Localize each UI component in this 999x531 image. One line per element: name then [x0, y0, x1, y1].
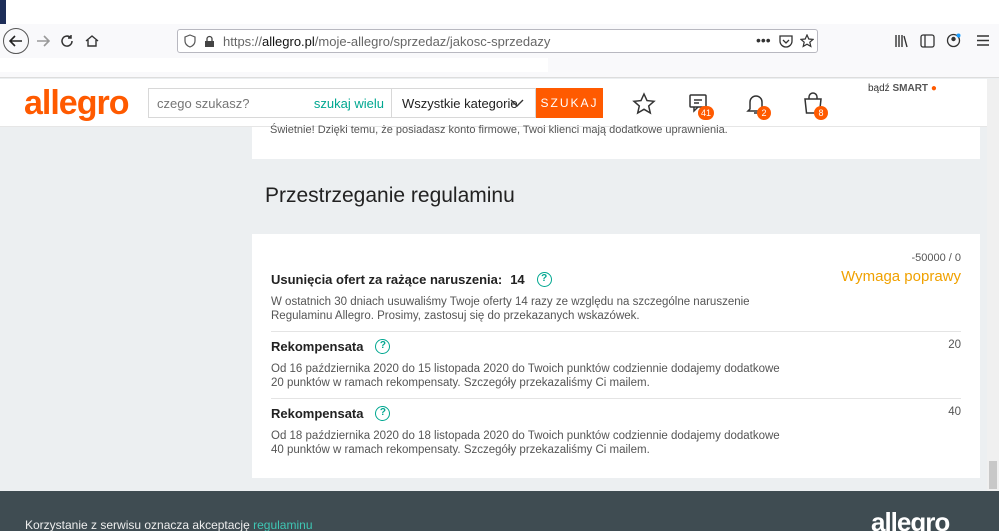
messages-badge: 41 — [698, 106, 715, 120]
item-title: Usunięcia ofert za rażące naruszenia: 14… — [271, 272, 961, 287]
lock-icon — [205, 35, 214, 47]
item-value: 20 — [948, 339, 961, 351]
search-input[interactable] — [149, 89, 319, 117]
more-icon[interactable]: ••• — [756, 32, 771, 48]
regulations-link[interactable]: regulaminu — [253, 518, 312, 531]
bookmarks-area — [0, 58, 548, 72]
url-bar[interactable]: https://allegro.pl/moje-allegro/sprzedaz… — [177, 29, 818, 53]
footer-logo[interactable]: allegro — [871, 507, 950, 531]
item-description: Od 16 października 2020 do 15 listopada … — [271, 363, 780, 389]
reload-icon — [61, 35, 73, 47]
library-icon[interactable] — [894, 34, 909, 48]
back-button[interactable] — [3, 28, 29, 54]
arrow-left-icon — [9, 35, 22, 47]
smart-link[interactable]: bądź SMART ● — [868, 83, 937, 94]
url-prefix: https:// — [223, 34, 263, 49]
category-value: Wszystkie kategorie — [402, 96, 518, 111]
item-title-text: Rekompensata — [271, 406, 364, 421]
account-icon[interactable] — [946, 33, 961, 48]
item-title-text: Rekompensata — [271, 339, 364, 354]
footer-text: Korzystanie z serwisu oznacza akceptację… — [25, 518, 313, 531]
bookmarks-bar — [0, 58, 999, 78]
item-description: W ostatnich 30 dniach usuwaliśmy Twoje o… — [271, 296, 750, 322]
help-icon[interactable]: ? — [375, 406, 391, 421]
smart-label: SMART — [892, 83, 929, 94]
star-bookmark-icon[interactable] — [800, 34, 814, 48]
page-scrollbar[interactable] — [987, 79, 999, 491]
cart-badge: 8 — [814, 106, 828, 120]
pocket-icon[interactable] — [779, 35, 793, 48]
list-item: Usunięcia ofert za rażące naruszenia: 14… — [271, 272, 961, 323]
list-item: Rekompensata ? Od 18 października 2020 d… — [271, 406, 961, 457]
url-domain: allegro.pl — [262, 34, 315, 49]
company-account-text: Świetnie! Dzięki temu, że posiadasz kont… — [270, 124, 728, 136]
list-item: Rekompensata ? Od 16 października 2020 d… — [271, 339, 961, 390]
search-many-link[interactable]: szukaj wielu — [314, 96, 384, 111]
chevron-down-icon — [510, 99, 524, 107]
search-box: szukaj wielu — [148, 88, 391, 118]
browser-navbar: https://allegro.pl/moje-allegro/sprzedaz… — [0, 24, 999, 58]
sidebar-icon[interactable] — [920, 34, 935, 48]
reload-button[interactable] — [54, 28, 80, 54]
url-text: https://allegro.pl/moje-allegro/sprzedaz… — [223, 34, 550, 49]
site-header: allegro szukaj wielu Wszystkie kategorie… — [0, 79, 999, 127]
footer-text-label: Korzystanie z serwisu oznacza akceptację — [25, 518, 250, 531]
score-value: -50000 / 0 — [911, 252, 961, 264]
menu-icon[interactable] — [976, 34, 990, 47]
url-path: /moje-allegro/sprzedaz/jakosc-sprzedazy — [314, 34, 551, 49]
company-account-card: Świetnie! Dzięki temu, że posiadasz kont… — [252, 124, 980, 159]
allegro-logo[interactable]: allegro — [24, 84, 129, 123]
section-title: Przestrzeganie regulaminu — [265, 184, 515, 207]
forward-button[interactable] — [30, 28, 56, 54]
category-select[interactable]: Wszystkie kategorie — [391, 88, 536, 118]
home-button[interactable] — [79, 28, 105, 54]
arrow-right-icon — [37, 35, 50, 47]
item-title: Rekompensata ? — [271, 406, 961, 421]
titlebar-strip — [0, 0, 6, 24]
notifications-badge: 2 — [757, 106, 771, 120]
item-count: 14 — [510, 272, 525, 287]
item-title: Rekompensata ? — [271, 339, 961, 354]
shield-icon — [184, 34, 196, 48]
site-footer: Korzystanie z serwisu oznacza akceptację… — [0, 491, 999, 531]
item-title-text: Usunięcia ofert za rażące naruszenia: — [271, 272, 503, 287]
divider — [271, 398, 961, 399]
scrollbar-thumb[interactable] — [989, 461, 997, 489]
smart-icon: ● — [930, 83, 937, 94]
search-button[interactable]: SZUKAJ — [536, 88, 603, 118]
item-value: 40 — [948, 406, 961, 418]
home-icon — [85, 35, 99, 47]
regulations-card: -50000 / 0 Wymaga poprawy Usunięcia ofer… — [252, 234, 980, 478]
divider — [271, 331, 961, 332]
star-icon[interactable] — [631, 91, 657, 117]
smart-prefix: bądź — [868, 83, 890, 94]
item-description: Od 18 października 2020 do 18 listopada … — [271, 430, 780, 456]
help-icon[interactable]: ? — [536, 272, 552, 287]
window-titlebar — [0, 0, 999, 24]
help-icon[interactable]: ? — [375, 339, 391, 354]
